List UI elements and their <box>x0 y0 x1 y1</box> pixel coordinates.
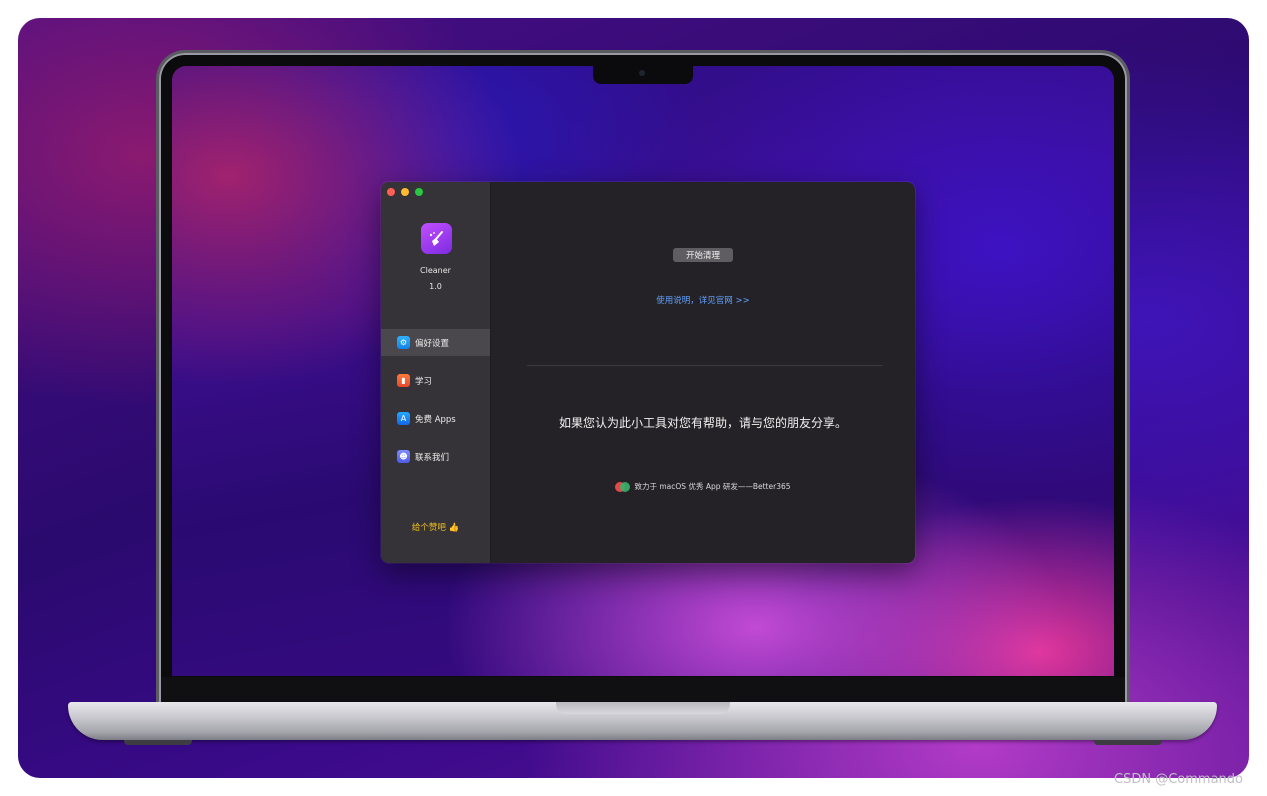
sidebar-item-learn[interactable]: ▮ 学习 <box>381 367 490 394</box>
docs-link[interactable]: 使用说明，详见官网 >> <box>491 294 915 306</box>
main-content: 开始清理 使用说明，详见官网 >> 如果您认为此小工具对您有帮助，请与您的朋友分… <box>491 182 915 563</box>
laptop-foot-left <box>124 740 192 745</box>
laptop-base <box>68 702 1217 740</box>
window-controls <box>387 188 423 196</box>
sidebar-item-label: 学习 <box>415 376 433 387</box>
rate-link[interactable]: 给个赞吧 👍 <box>381 521 490 533</box>
sidebar-item-label: 偏好设置 <box>415 338 450 349</box>
sidebar-item-contact[interactable]: ☻ 联系我们 <box>381 443 490 470</box>
sidebar-item-preferences[interactable]: ⚙ 偏好设置 <box>381 329 490 356</box>
start-clean-button[interactable]: 开始清理 <box>673 248 733 262</box>
app-name: Cleaner <box>420 266 451 275</box>
app-version: 1.0 <box>429 282 442 291</box>
better365-logo-icon <box>615 481 631 492</box>
camera-icon <box>639 70 645 76</box>
sidebar-item-free-apps[interactable]: A 免费 Apps <box>381 405 490 432</box>
minimize-button[interactable] <box>401 188 409 196</box>
laptop-chin <box>161 677 1125 703</box>
camera-notch <box>593 66 693 84</box>
brand-footer: 致力于 macOS 优秀 App 研发——Better365 <box>491 481 915 492</box>
laptop-foot-right <box>1094 740 1162 745</box>
book-icon: ▮ <box>397 374 410 387</box>
sidebar-item-label: 联系我们 <box>415 452 450 463</box>
sidebar-item-label: 免费 Apps <box>415 414 456 425</box>
zoom-button[interactable] <box>415 188 423 196</box>
divider <box>527 365 883 366</box>
brand-text[interactable]: 致力于 macOS 优秀 App 研发——Better365 <box>634 481 790 492</box>
gear-icon: ⚙ <box>397 336 410 349</box>
broom-icon <box>421 223 452 254</box>
close-button[interactable] <box>387 188 395 196</box>
contacts-icon: ☻ <box>397 450 410 463</box>
app-store-icon: A <box>397 412 410 425</box>
sidebar: Cleaner 1.0 ⚙ 偏好设置 ▮ 学习 A 免费 Apps ☻ 联系我们… <box>381 182 491 563</box>
share-message: 如果您认为此小工具对您有帮助，请与您的朋友分享。 <box>558 416 847 430</box>
watermark: CSDN @Commando <box>1114 772 1243 787</box>
cleaner-window: Cleaner 1.0 ⚙ 偏好设置 ▮ 学习 A 免费 Apps ☻ 联系我们… <box>381 182 915 563</box>
laptop-thumb-notch <box>556 702 730 714</box>
